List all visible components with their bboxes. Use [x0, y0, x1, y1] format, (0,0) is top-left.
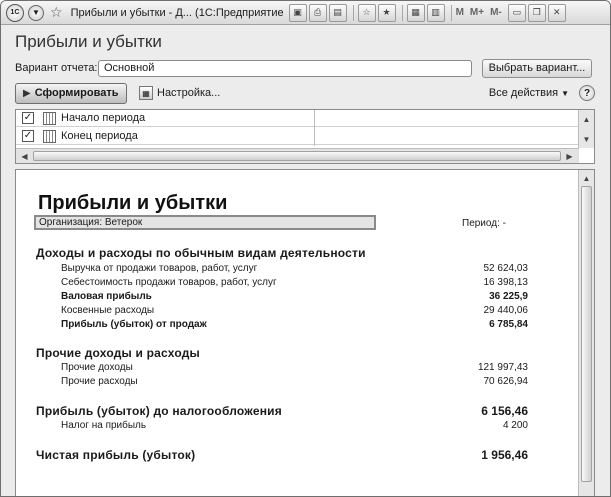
- section-heading: Прибыль (убыток) до налогообложения: [36, 404, 282, 418]
- scroll-up-icon[interactable]: ▲: [579, 171, 594, 185]
- print-icon[interactable]: ⎙: [308, 3, 327, 22]
- calendar-icon[interactable]: ▥: [426, 3, 445, 22]
- all-actions-menu[interactable]: Все действия ▼: [489, 87, 569, 99]
- row-value: 29 440,06: [483, 305, 529, 316]
- row-value: 4 200: [502, 420, 528, 431]
- window-title: Прибыли и убытки - Д... (1С:Предприятие): [70, 6, 283, 19]
- period-label: Период: -: [462, 218, 506, 229]
- section-heading: Чистая прибыль (убыток): [36, 448, 196, 462]
- title-bar: 1С ▼ ☆ Прибыли и убытки - Д... (1С:Предп…: [1, 1, 610, 25]
- preview-icon[interactable]: ▤: [328, 3, 347, 22]
- row-value: 52 624,03: [483, 263, 529, 274]
- calculator-icon[interactable]: ▦: [406, 3, 425, 22]
- command-bar: ▶ Сформировать ▦ Настройка... Все действ…: [15, 82, 595, 104]
- row-value: 6 156,46: [481, 404, 528, 418]
- memory-m-button[interactable]: M: [456, 7, 464, 18]
- row-value: 121 997,43: [477, 362, 528, 373]
- form-title: Прибыли и убытки: [15, 32, 162, 51]
- generate-button[interactable]: ▶ Сформировать: [15, 82, 127, 104]
- scroll-up-icon[interactable]: ▲: [579, 112, 594, 126]
- scroll-left-icon[interactable]: ◀: [17, 149, 32, 163]
- toolbar-separator: [401, 4, 403, 21]
- row-value: 6 785,84: [489, 319, 528, 330]
- settings-button[interactable]: ▦ Настройка...: [139, 86, 220, 100]
- row-value: 70 626,94: [483, 376, 529, 387]
- 1c-logo-icon[interactable]: 1С: [6, 3, 24, 22]
- organization-field: Организация: Ветерок: [34, 215, 376, 230]
- report-vertical-scrollbar[interactable]: ▲: [578, 170, 594, 496]
- vertical-scrollbar[interactable]: ▲ ▼: [578, 110, 594, 148]
- play-icon: ▶: [23, 87, 31, 99]
- favorite-icon[interactable]: ☆: [357, 3, 376, 22]
- close-icon[interactable]: ✕: [547, 3, 566, 22]
- scroll-thumb[interactable]: [581, 186, 592, 482]
- toolbar-separator: [352, 4, 354, 21]
- row-label: Косвенные расходы: [61, 305, 155, 316]
- restore-icon[interactable]: ❐: [527, 3, 546, 22]
- scroll-thumb[interactable]: [33, 151, 561, 161]
- horizontal-scrollbar[interactable]: ◀ ▶: [16, 148, 579, 163]
- param-label: Конец периода: [61, 130, 138, 142]
- column-divider: [314, 110, 315, 146]
- favorite-star-icon[interactable]: ☆: [50, 4, 63, 21]
- parameters-table: ✓ Начало периода ✓ Конец периода ▲ ▼ ◀ ▶: [15, 109, 595, 164]
- param-label: Начало периода: [61, 112, 146, 124]
- report-title: Прибыли и убытки: [38, 192, 228, 214]
- help-icon[interactable]: ?: [579, 85, 595, 101]
- toolbar-separator: [450, 4, 452, 21]
- row-value: 16 398,13: [483, 277, 529, 288]
- section-heading: Доходы и расходы по обычным видам деятел…: [36, 246, 366, 260]
- variant-label: Вариант отчета:: [15, 62, 98, 74]
- all-actions-label: Все действия: [488, 87, 559, 99]
- save-icon[interactable]: ▣: [288, 3, 307, 22]
- row-label: Налог на прибыль: [61, 420, 147, 431]
- menu-dropdown-icon[interactable]: ▼: [28, 4, 44, 21]
- scroll-right-icon[interactable]: ▶: [562, 149, 577, 163]
- row-label: Себестоимость продажи товаров, работ, ус…: [61, 277, 277, 288]
- memory-plus-button[interactable]: M+: [470, 7, 484, 18]
- row-value: 1 956,46: [481, 448, 528, 462]
- settings-label: Настройка...: [157, 87, 221, 99]
- chevron-down-icon: ▼: [561, 88, 569, 98]
- row-label: Прибыль (убыток) от продаж: [61, 319, 207, 330]
- title-toolbar: ▣ ⎙ ▤ ☆ ★ ▦ ▥ M M+ M- ▭ ❐ ✕: [288, 3, 568, 22]
- generate-label: Сформировать: [34, 87, 119, 99]
- row-label: Прочие расходы: [61, 376, 138, 387]
- minimize-icon[interactable]: ▭: [507, 3, 526, 22]
- table-row[interactable]: ✓ Начало периода: [16, 110, 579, 127]
- row-label: Выручка от продажи товаров, работ, услуг: [61, 263, 258, 274]
- row-label: Прочие доходы: [61, 362, 133, 373]
- row-label: Валовая прибыль: [61, 291, 152, 302]
- calendar-icon: [43, 111, 56, 125]
- settings-icon: ▦: [139, 86, 153, 100]
- table-row[interactable]: ✓ Конец периода: [16, 128, 579, 145]
- calendar-icon: [43, 129, 56, 143]
- bookmark-icon[interactable]: ★: [377, 3, 396, 22]
- section-heading: Прочие доходы и расходы: [36, 346, 200, 360]
- memory-minus-button[interactable]: M-: [490, 7, 502, 18]
- variant-row: Вариант отчета: Основной Выбрать вариант…: [15, 58, 595, 78]
- report-window: 1С ▼ ☆ Прибыли и убытки - Д... (1С:Предп…: [0, 0, 611, 497]
- checkbox-end[interactable]: ✓: [22, 130, 34, 142]
- choose-variant-button[interactable]: Выбрать вариант...: [482, 58, 592, 78]
- report-document[interactable]: Прибыли и убытки Организация: Ветерок Пе…: [15, 169, 595, 496]
- scroll-down-icon[interactable]: ▼: [579, 132, 594, 146]
- row-value: 36 225,9: [489, 291, 528, 302]
- checkbox-start[interactable]: ✓: [22, 112, 34, 124]
- variant-field[interactable]: Основной: [98, 59, 472, 77]
